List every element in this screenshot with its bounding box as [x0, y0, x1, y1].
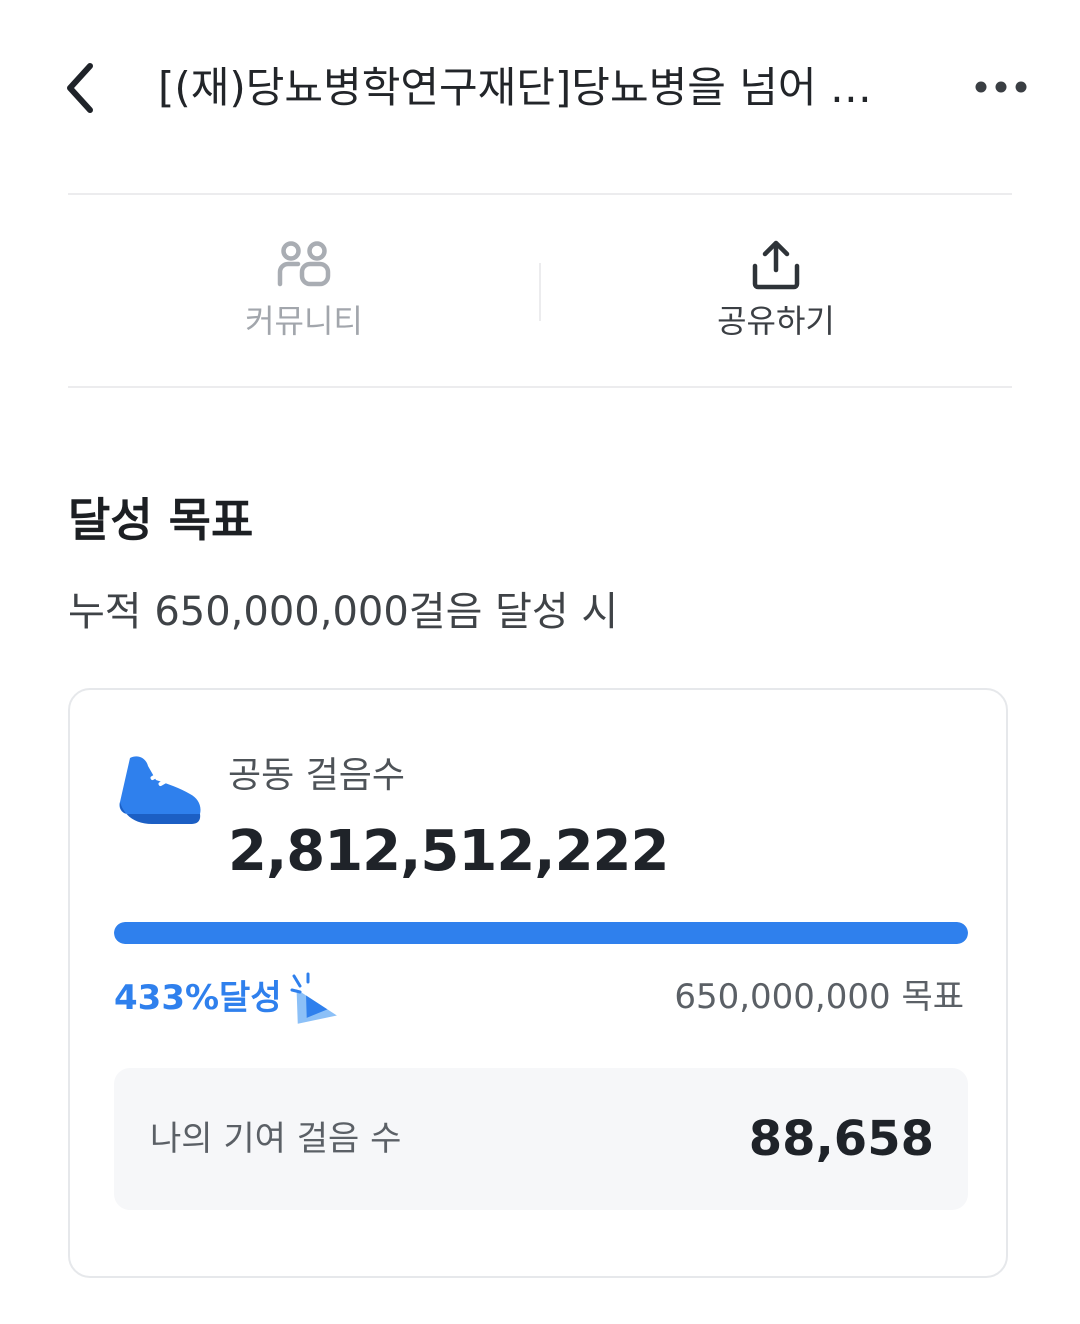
progress-fill [114, 922, 968, 944]
action-bar: 커뮤니티 공유하기 [68, 195, 1012, 387]
shared-steps-label: 공동 걸음수 [228, 755, 406, 796]
community-button[interactable]: 커뮤니티 [68, 195, 540, 387]
sneaker-icon [119, 756, 201, 824]
goal-subtitle: 누적 650,000,000걸음 달성 시 [68, 589, 619, 635]
steps-card: 공동 걸음수 2,812,512,222 433%달성 650,000,000 … [68, 688, 1008, 1278]
achieved-percent: 433%달성 [114, 978, 282, 1018]
goal-title: 달성 목표 [68, 493, 254, 547]
back-button[interactable] [52, 58, 108, 118]
more-horizontal-icon [975, 81, 1027, 93]
community-label: 커뮤니티 [245, 302, 363, 340]
page-title: [(재)당뇨병학연구재단]당뇨병을 넘어 … [158, 63, 872, 112]
my-contribution-label: 나의 기여 걸음 수 [150, 1119, 402, 1159]
goal-target: 650,000,000 목표 [674, 977, 964, 1017]
my-contribution-value: 88,658 [748, 1111, 934, 1167]
chevron-left-icon [67, 63, 93, 113]
party-popper-icon [290, 972, 337, 1024]
share-icon [746, 237, 806, 293]
share-label: 공유하기 [717, 302, 835, 340]
more-options-button[interactable] [968, 62, 1034, 112]
my-contribution-box: 나의 기여 걸음 수 88,658 [114, 1068, 968, 1210]
achievement-row: 433%달성 [114, 972, 342, 1024]
share-button[interactable]: 공유하기 [540, 195, 1012, 387]
app-header: [(재)당뇨병학연구재단]당뇨병을 넘어 … [0, 0, 1080, 176]
community-icon [274, 237, 334, 293]
divider [68, 386, 1012, 388]
progress-bar [114, 922, 968, 944]
shared-steps-value: 2,812,512,222 [228, 819, 669, 884]
